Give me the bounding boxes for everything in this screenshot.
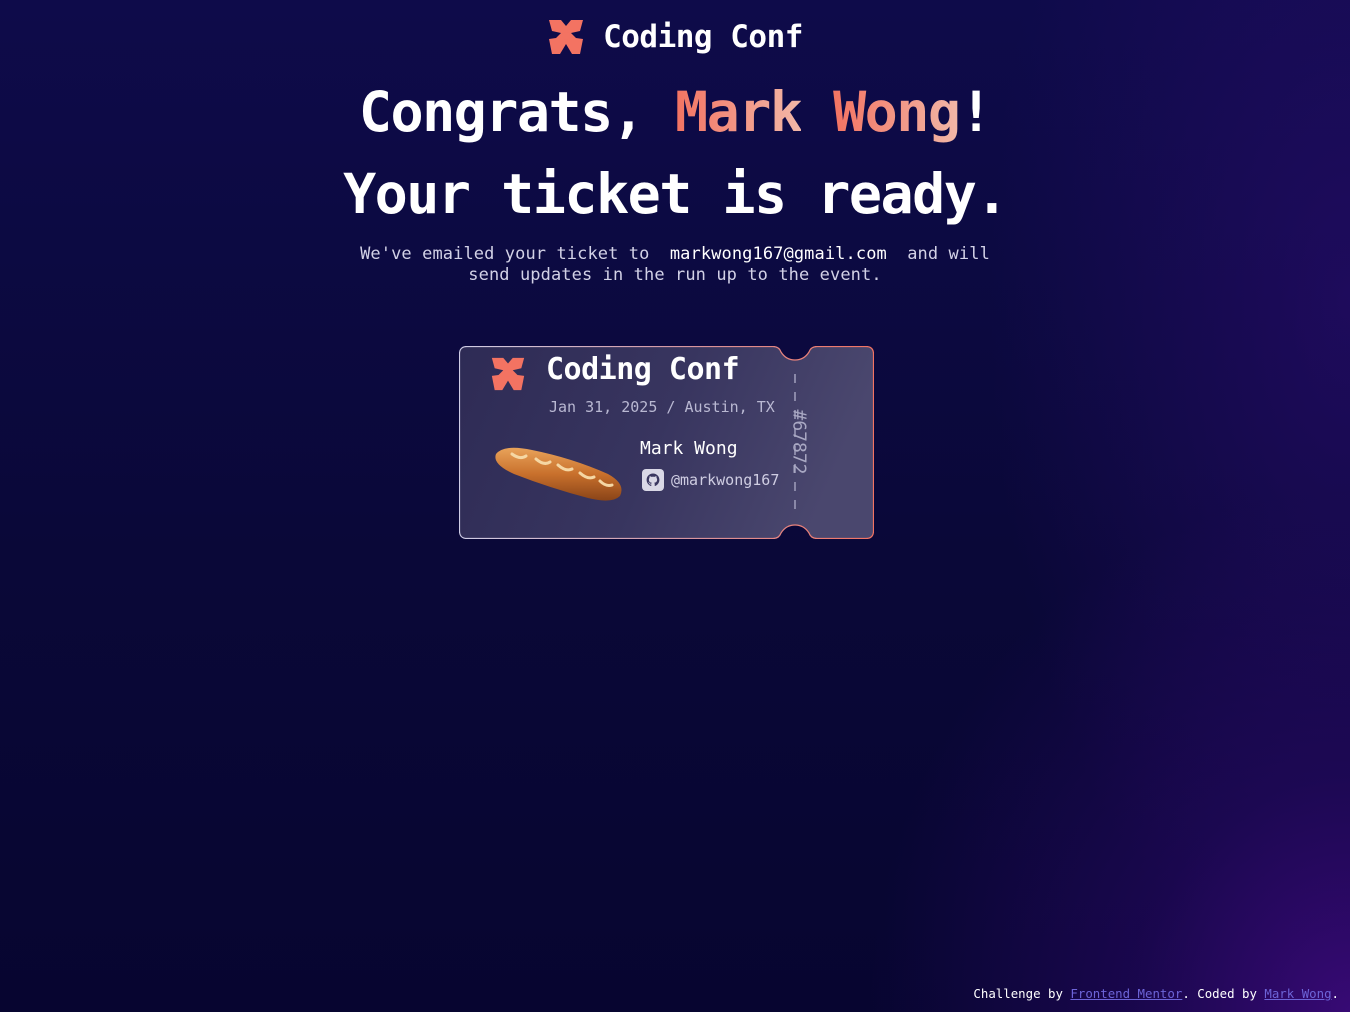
logo-text: Coding Conf — [603, 19, 803, 55]
challenge-prefix: Challenge by — [973, 986, 1063, 1001]
ticket-attendee-name: Mark Wong — [640, 438, 738, 459]
baguette-avatar — [495, 447, 622, 501]
coded-prefix: . Coded by — [1182, 986, 1257, 1001]
frontend-mentor-link[interactable]: Frontend Mentor — [1070, 986, 1182, 1001]
author-link[interactable]: Mark Wong — [1264, 986, 1331, 1001]
greeting-suffix: ! — [959, 80, 993, 144]
github-icon — [642, 469, 664, 491]
ticket-ready-heading: Your ticket is ready. — [343, 162, 1008, 226]
ticket-event-name: Coding Conf — [546, 352, 740, 387]
attendee-email: markwong167@gmail.com — [669, 244, 887, 264]
attribution-footer: Challenge by Frontend Mentor. Coded by M… — [973, 986, 1339, 1001]
attendee-first-name: Mark — [674, 80, 803, 144]
greeting-prefix: Congrats, — [358, 80, 675, 144]
footer-end: . — [1331, 986, 1339, 1001]
site-logo: Coding Conf — [0, 17, 1350, 57]
congrats-heading: Congrats, Mark Wong! — [0, 80, 1350, 144]
conference-ticket: Coding Conf Jan 31, 2025 / Austin, TX Ma… — [459, 346, 874, 539]
message-prefix: We've emailed your ticket to — [360, 244, 650, 264]
github-username: @markwong167 — [671, 471, 780, 489]
ticket-number: #67872 — [788, 409, 810, 475]
name-space — [801, 80, 833, 144]
ticket-logo-icon — [491, 357, 525, 391]
ticket-date-location: Jan 31, 2025 / Austin, TX — [549, 398, 775, 416]
coding-conf-logo-icon — [549, 20, 584, 54]
confirmation-message: We've emailed your ticket to markwong167… — [355, 244, 995, 286]
attendee-last-name: Wong — [833, 80, 961, 144]
ticket-github-handle: @markwong167 — [642, 469, 779, 491]
